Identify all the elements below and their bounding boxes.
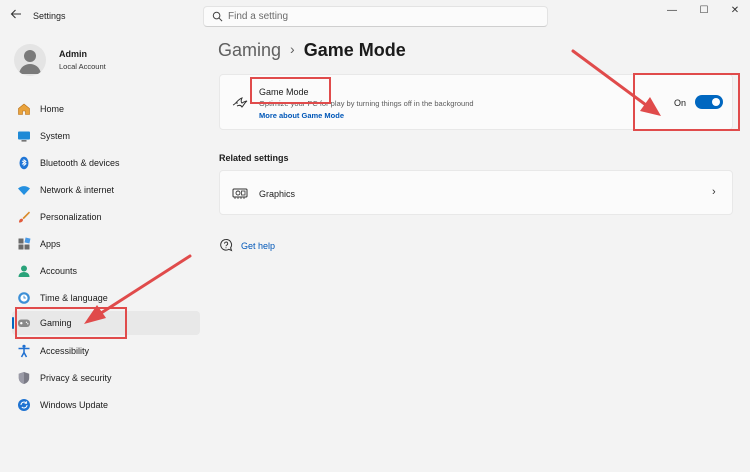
arrow-left-icon xyxy=(10,9,21,19)
related-settings-heading: Related settings xyxy=(219,153,289,163)
avatar xyxy=(14,44,46,76)
monitor-icon xyxy=(18,131,30,142)
globe-clock-icon xyxy=(18,292,30,304)
sidebar-item-label: Windows Update xyxy=(40,400,109,410)
sidebar-item-label: Bluetooth & devices xyxy=(40,158,120,168)
annotation-box-toggle xyxy=(633,73,740,131)
search-input[interactable] xyxy=(228,9,538,24)
minimize-button[interactable]: — xyxy=(661,4,683,18)
apps-icon xyxy=(18,237,31,250)
sidebar-item-label: Time & language xyxy=(40,293,108,303)
active-indicator xyxy=(12,317,14,329)
sidebar-item-label: Home xyxy=(40,104,65,114)
shield-icon xyxy=(18,372,30,384)
game-mode-icon xyxy=(232,97,248,108)
profile-name: Admin xyxy=(59,49,87,59)
sidebar-item-personalization[interactable]: Personalization xyxy=(12,205,200,229)
annotation-box-gaming xyxy=(15,307,127,339)
sidebar-item-label: Apps xyxy=(40,239,61,249)
person-icon xyxy=(18,265,30,277)
chevron-right-icon: › xyxy=(712,186,716,198)
sidebar-item-windows-update[interactable]: Windows Update xyxy=(12,393,200,417)
graphics-card-icon xyxy=(232,188,248,199)
home-icon xyxy=(18,103,30,115)
user-avatar-icon xyxy=(19,50,41,74)
breadcrumb-separator: › xyxy=(290,41,295,57)
sidebar-item-system[interactable]: System xyxy=(12,124,200,148)
sidebar-item-label: System xyxy=(40,131,71,141)
sidebar-item-home[interactable]: Home xyxy=(12,97,200,121)
search-box[interactable] xyxy=(203,6,548,27)
back-button[interactable] xyxy=(8,8,24,24)
get-help-label: Get help xyxy=(241,241,276,251)
sidebar-item-accessibility[interactable]: Accessibility xyxy=(12,339,200,363)
sidebar-item-label: Accounts xyxy=(40,266,78,276)
sidebar-item-label: Privacy & security xyxy=(40,373,112,383)
sidebar-item-bluetooth[interactable]: Bluetooth & devices xyxy=(12,151,200,175)
sidebar-item-label: Personalization xyxy=(40,212,102,222)
bluetooth-icon xyxy=(19,156,29,170)
sidebar-item-label: Network & internet xyxy=(40,185,115,195)
breadcrumb: Gaming › Game Mode xyxy=(218,40,406,61)
graphics-label: Graphics xyxy=(259,189,296,199)
sidebar-item-privacy[interactable]: Privacy & security xyxy=(12,366,200,390)
more-about-game-mode-link[interactable]: More about Game Mode xyxy=(259,111,344,120)
page-title: Game Mode xyxy=(303,40,406,60)
close-button[interactable]: ✕ xyxy=(724,4,746,18)
app-title: Settings xyxy=(33,11,66,21)
sidebar-item-apps[interactable]: Apps xyxy=(12,232,200,256)
graphics-setting-row[interactable]: Graphics › xyxy=(219,170,733,215)
annotation-box-game-mode-title xyxy=(250,77,331,104)
sidebar-item-network[interactable]: Network & internet xyxy=(12,178,200,202)
accessibility-icon xyxy=(18,344,30,358)
help-icon xyxy=(220,238,233,252)
sidebar-item-label: Accessibility xyxy=(40,346,90,356)
update-icon xyxy=(18,399,30,411)
profile-account-type: Local Account xyxy=(59,62,106,71)
title-bar: Settings — ☐ ✕ xyxy=(0,0,750,34)
brush-icon xyxy=(19,211,30,223)
wifi-icon xyxy=(18,186,30,195)
sidebar-item-accounts[interactable]: Accounts xyxy=(12,259,200,283)
maximize-button[interactable]: ☐ xyxy=(693,4,715,18)
breadcrumb-parent[interactable]: Gaming xyxy=(218,40,281,60)
search-icon xyxy=(212,11,223,22)
